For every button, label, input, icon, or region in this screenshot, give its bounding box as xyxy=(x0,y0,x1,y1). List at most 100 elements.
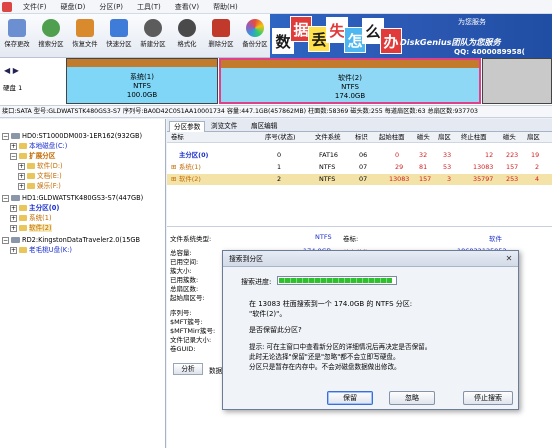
quick-partition-button[interactable]: 快速分区 xyxy=(102,17,136,55)
menu-help[interactable]: 帮助(H) xyxy=(213,2,238,12)
fs-type-value: NTFS xyxy=(315,233,332,241)
tree-item-e[interactable]: + 文档(E:) xyxy=(18,171,62,181)
collapse-icon[interactable]: − xyxy=(10,152,17,160)
new-partition-label: 新建分区 xyxy=(140,41,166,48)
expand-icon[interactable]: + xyxy=(10,214,17,222)
cell-end-cyl: 12 xyxy=(485,151,494,159)
tree-item-label: 本地磁盘(C:) xyxy=(29,142,68,150)
tree-item-f[interactable]: + 娱乐(F:) xyxy=(18,181,61,191)
cell-id: 06 xyxy=(359,151,368,159)
tree-item-c[interactable]: + 本地磁盘(C:) xyxy=(10,141,67,151)
tree-item-software2[interactable]: + 软件(2) xyxy=(10,223,52,233)
delete-partition-button[interactable]: 删除分区 xyxy=(204,17,238,55)
table-header: 卷标 序号(状态) 文件系统 标识 起始柱面 磁头 扇区 终止柱面 磁头 扇区 xyxy=(167,132,552,143)
table-row[interactable]: ⊞ 系统(1) 1 NTFS 07 29 81 53 13083 157 2 xyxy=(167,162,552,173)
collapse-icon[interactable]: − xyxy=(2,132,9,140)
collapse-icon[interactable]: − xyxy=(2,194,9,202)
tree-item-label: 文档(E:) xyxy=(37,172,62,180)
ignore-button[interactable]: 忽略 xyxy=(389,391,435,405)
cell-end-sec: 19 xyxy=(531,151,540,159)
banner-qq: QQ: 4000089958( xyxy=(454,47,525,56)
partition-block-system[interactable]: 系统(1) NTFS 100.0GB xyxy=(66,58,218,104)
cell-end-sec: 4 xyxy=(535,175,540,183)
promo-banner: 数 据 丢 失 怎 么 办 为您服务 DiskGenius团队为您服务 QQ: … xyxy=(270,14,552,58)
cell-id: 07 xyxy=(359,175,368,183)
cell-end-sec: 2 xyxy=(535,163,540,171)
col-start-sec: 扇区 xyxy=(438,133,451,141)
cell-start-cyl: 29 xyxy=(395,163,404,171)
keep-button[interactable]: 保留 xyxy=(327,391,373,405)
tree-item-k[interactable]: + 老毛桃U盘(K:) xyxy=(10,245,72,255)
new-partition-button[interactable]: 新建分区 xyxy=(136,17,170,55)
partition-icon xyxy=(19,225,27,231)
cell-start-cyl: 0 xyxy=(395,151,400,159)
hint-line-1: 提示: 可在主窗口中查看新分区的详细情况后再决定是否保留。 xyxy=(249,343,432,351)
tree-item-extended[interactable]: − 扩展分区 xyxy=(10,151,55,161)
save-icon xyxy=(8,19,26,37)
disk-nav-arrows[interactable]: ◀ ▶ xyxy=(4,66,19,75)
cell-start-head: 157 xyxy=(419,175,432,183)
search-icon xyxy=(42,19,60,37)
menu-tools[interactable]: 工具(T) xyxy=(137,2,161,12)
row-expand-icon[interactable]: ⊞ xyxy=(171,162,176,173)
tab-browse-files[interactable]: 浏览文件 xyxy=(207,121,241,132)
expand-icon[interactable]: + xyxy=(10,142,17,150)
partition-icon xyxy=(27,173,35,179)
expand-icon[interactable]: + xyxy=(18,162,25,170)
tree-item-label: 娱乐(F:) xyxy=(37,182,61,190)
menu-bar: 文件(F) 硬盘(D) 分区(P) 工具(T) 查看(V) 帮助(H) xyxy=(0,0,552,14)
tab-sector-edit[interactable]: 扇区编辑 xyxy=(247,121,281,132)
col-volume: 卷标 xyxy=(171,133,184,141)
found-partition-dialog: 搜索到分区 ✕ 搜索进度: 在 13083 柱面搜索到一个 174.0GB 的 … xyxy=(222,250,519,410)
tree-item-d[interactable]: + 软件(D:) xyxy=(18,161,63,171)
row-expand-icon[interactable]: ⊞ xyxy=(171,174,176,185)
banner-char-7: 办 xyxy=(380,28,402,54)
expand-icon[interactable]: + xyxy=(10,224,17,232)
recover-files-button[interactable]: 恢复文件 xyxy=(68,17,102,55)
expand-icon[interactable]: + xyxy=(10,204,17,212)
table-row-selected[interactable]: ⊞ 软件(2) 2 NTFS 07 13083 157 3 35797 253 … xyxy=(167,174,552,185)
backup-partition-button[interactable]: 备份分区 xyxy=(238,17,272,55)
expand-icon[interactable]: + xyxy=(18,172,25,180)
progress-fill xyxy=(279,278,392,283)
tree-item-label: 老毛桃U盘(K:) xyxy=(29,246,72,254)
partition-block-fs: NTFS xyxy=(133,82,151,90)
col-end-head: 磁头 xyxy=(503,133,516,141)
tree-disk-label: HD1:GLDWATSTK480GS3-S7(447GB) xyxy=(22,194,144,202)
menu-view[interactable]: 查看(V) xyxy=(175,2,199,12)
cell-end-head: 223 xyxy=(506,151,519,159)
tree-disk-hd1[interactable]: − HD1:GLDWATSTK480GS3-S7(447GB) xyxy=(2,193,143,203)
delete-partition-label: 删除分区 xyxy=(208,41,234,48)
menu-file[interactable]: 文件(F) xyxy=(23,2,47,12)
table-row[interactable]: 主分区(0) 0 FAT16 06 0 32 33 12 223 19 xyxy=(167,150,552,161)
tab-partition-params[interactable]: 分区参数 xyxy=(169,121,206,132)
tree-item-system1[interactable]: + 系统(1) xyxy=(10,213,52,223)
search-partition-button[interactable]: 搜索分区 xyxy=(34,17,68,55)
cell-name: 系统(1) xyxy=(179,163,201,171)
expand-icon[interactable]: + xyxy=(10,246,17,254)
analyze-button[interactable]: 分析 xyxy=(173,363,203,375)
partition-block-software[interactable]: 软件(2) NTFS 174.0GB xyxy=(219,58,481,104)
save-changes-button[interactable]: 保存更改 xyxy=(0,17,34,55)
tree-disk-hd0[interactable]: − HD0:ST1000DM003-1ER162(932GB) xyxy=(2,131,142,141)
stop-search-button[interactable]: 停止搜索 xyxy=(463,391,513,405)
expand-icon[interactable]: + xyxy=(18,182,25,190)
col-end-cyl: 终止柱面 xyxy=(461,133,487,141)
menu-disk[interactable]: 硬盘(D) xyxy=(61,2,86,12)
cell-start-sec: 33 xyxy=(443,151,452,159)
close-icon[interactable]: ✕ xyxy=(504,254,514,264)
tree-item-primary0[interactable]: + 主分区(0) xyxy=(10,203,59,213)
collapse-icon[interactable]: − xyxy=(2,236,9,244)
format-button[interactable]: 格式化 xyxy=(170,17,204,55)
format-icon xyxy=(178,19,196,37)
disk-map: ◀ ▶ 硬盘 1 系统(1) NTFS 100.0GB 软件(2) NTFS 1… xyxy=(0,58,552,106)
unallocated-block[interactable] xyxy=(482,58,552,104)
cell-index: 2 xyxy=(277,175,282,183)
menu-partition[interactable]: 分区(P) xyxy=(99,2,123,12)
partition-table: 卷标 序号(状态) 文件系统 标识 起始柱面 磁头 扇区 终止柱面 磁头 扇区 … xyxy=(167,132,552,226)
tree-disk-rd2[interactable]: − RD2:KingstonDataTraveler2.0(15GB xyxy=(2,235,140,245)
col-index: 序号(状态) xyxy=(265,133,296,141)
search-progress-bar xyxy=(277,276,397,285)
detail-field-label: 卷GUID: xyxy=(170,345,196,353)
quick-partition-icon xyxy=(110,19,128,37)
